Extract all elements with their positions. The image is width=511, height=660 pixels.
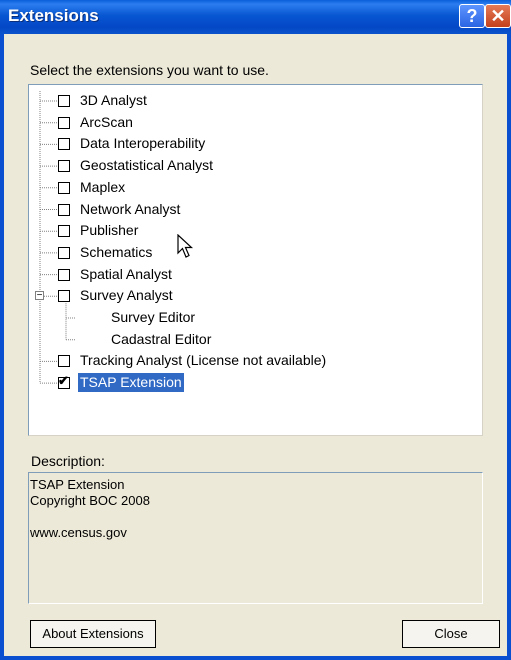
extension-checkbox[interactable]: ✔ <box>58 373 70 390</box>
extension-label[interactable]: 3D Analyst <box>80 91 147 110</box>
mouse-cursor-icon <box>177 234 194 258</box>
extension-label[interactable]: Tracking Analyst (License not available) <box>80 351 326 370</box>
collapse-icon[interactable]: − <box>35 291 44 301</box>
description-text-line <box>30 509 481 525</box>
extension-checkbox[interactable] <box>58 181 70 194</box>
checkmark-icon: ✔ <box>58 373 69 389</box>
window-border-right <box>507 34 511 660</box>
description-label: Description: <box>31 453 105 469</box>
extension-checkbox[interactable] <box>58 160 70 173</box>
extension-label[interactable]: Geostatistical Analyst <box>80 156 213 175</box>
extension-label[interactable]: Survey Analyst <box>80 286 173 305</box>
extensions-dialog: Extensions ? ✕ Select the extensions you… <box>0 0 511 660</box>
description-text-line: Copyright BOC 2008 <box>30 493 150 508</box>
extension-checkbox[interactable] <box>58 290 70 303</box>
extension-checkbox[interactable] <box>58 138 70 151</box>
description-text-line: TSAP Extension <box>30 477 125 492</box>
extension-checkbox[interactable] <box>58 268 70 281</box>
extension-label[interactable]: ArcScan <box>80 113 133 132</box>
window-border-bottom <box>0 656 511 660</box>
extension-label[interactable]: Network Analyst <box>80 200 180 219</box>
close-icon: ✕ <box>490 6 506 26</box>
extension-label[interactable]: TSAP Extension <box>78 373 184 393</box>
window-close-button[interactable]: ✕ <box>485 4 511 28</box>
instructions-label: Select the extensions you want to use. <box>30 62 269 78</box>
extension-checkbox[interactable] <box>58 95 70 107</box>
extension-checkbox[interactable] <box>58 116 70 129</box>
extension-checkbox[interactable] <box>58 246 70 259</box>
description-text-line: www.census.gov <box>30 525 127 540</box>
title-bar[interactable]: Extensions ? ✕ <box>0 0 511 34</box>
window-border-left <box>0 34 4 660</box>
extension-label[interactable]: Maplex <box>80 178 125 197</box>
window-title: Extensions <box>8 6 99 25</box>
extension-checkbox[interactable] <box>58 225 70 238</box>
extension-label[interactable]: Publisher <box>80 221 138 240</box>
extension-label[interactable]: Schematics <box>80 243 152 262</box>
extension-label[interactable]: Spatial Analyst <box>80 265 172 284</box>
extensions-tree[interactable]: 3D Analyst ArcScan Data Interoperability Ge… <box>28 84 483 436</box>
help-button[interactable]: ? <box>459 4 485 28</box>
help-icon: ? <box>466 6 478 26</box>
extension-label[interactable]: Data Interoperability <box>80 134 205 153</box>
sub-extension-label[interactable]: Survey Editor <box>111 308 195 327</box>
close-button[interactable]: Close <box>402 620 500 648</box>
sub-extension-label[interactable]: Cadastral Editor <box>111 330 211 349</box>
about-extensions-button[interactable]: About Extensions <box>30 620 156 648</box>
extension-checkbox[interactable] <box>58 355 70 368</box>
extension-checkbox[interactable] <box>58 203 70 216</box>
description-box: TSAP Extension Copyright BOC 2008 www.cens… <box>28 472 483 604</box>
